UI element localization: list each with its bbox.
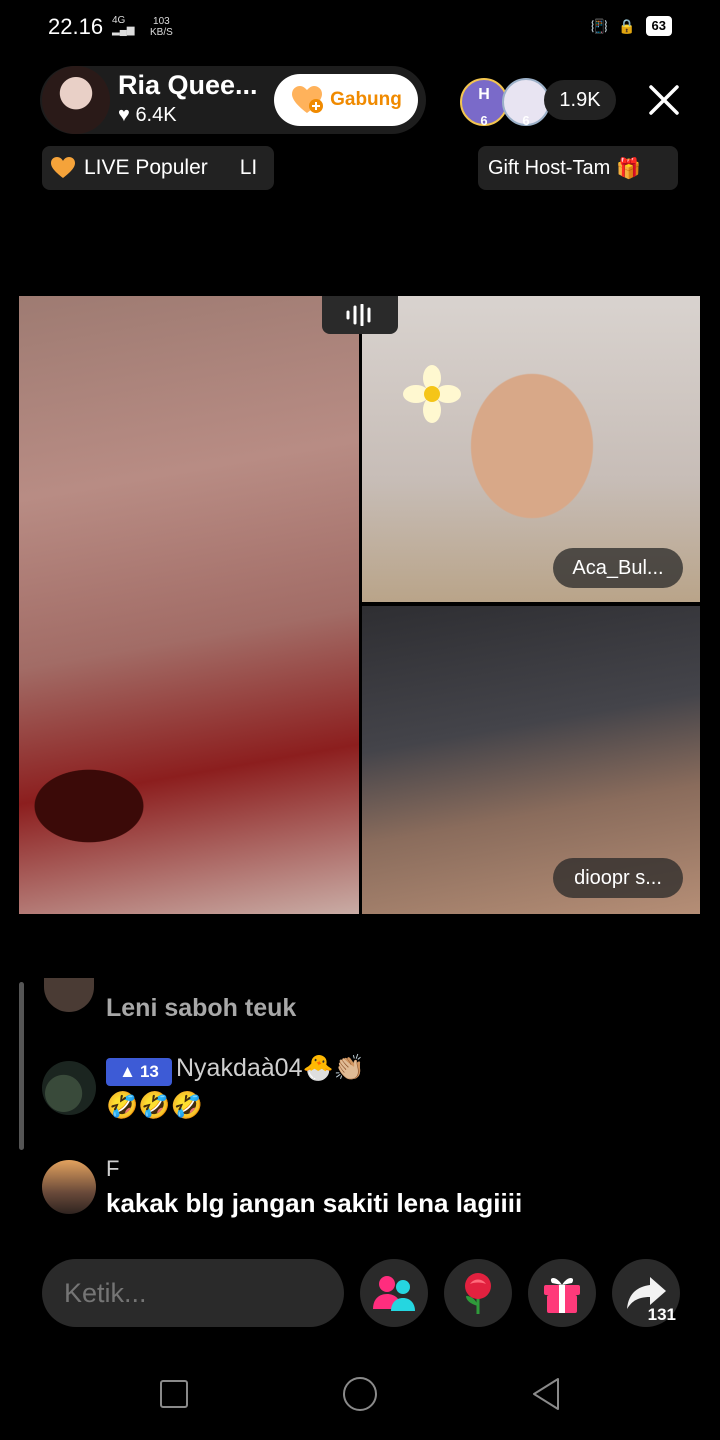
chat-avatar[interactable] bbox=[44, 978, 94, 1012]
host-name[interactable]: Ria Quee... bbox=[118, 70, 258, 101]
status-icons: 📳 🔒 63 bbox=[591, 16, 672, 36]
level-number: 13 bbox=[139, 1062, 159, 1081]
battery-level: 63 bbox=[645, 16, 672, 36]
network-indicator: 4G ▂▄▆ bbox=[112, 16, 134, 36]
heart-icon bbox=[51, 157, 75, 178]
status-time: 22.16 bbox=[48, 14, 104, 39]
chat-username[interactable]: Nyakdaà04🐣👏🏼 bbox=[176, 1054, 365, 1083]
live-popular-label: LIVE Populer bbox=[84, 156, 208, 179]
gift-host-pill[interactable]: Gift Host-Tam 🎁 bbox=[478, 146, 678, 190]
chat-message: Leni saboh teuk bbox=[106, 994, 297, 1022]
circle-icon bbox=[343, 1377, 377, 1411]
gift-host-label: Gift Host-Tam bbox=[488, 156, 611, 179]
speed-value: 103 bbox=[153, 16, 170, 27]
viewer-avatar[interactable]: H 6 bbox=[460, 78, 508, 128]
host-avatar[interactable] bbox=[42, 66, 110, 134]
viewer-avatar[interactable]: 6 bbox=[502, 78, 550, 128]
home-button[interactable] bbox=[338, 1372, 382, 1416]
network-speed: 103 KB/S bbox=[150, 16, 173, 38]
live-extra-label: LI bbox=[239, 156, 258, 179]
square-icon bbox=[160, 1380, 188, 1408]
recent-apps-button[interactable] bbox=[152, 1372, 196, 1416]
chat-username-text: Nyakdaà04 bbox=[176, 1054, 303, 1082]
gift-box-icon: 🎁 bbox=[616, 157, 642, 180]
signal-icon: ▂▄▆ bbox=[112, 25, 135, 36]
flower-icon bbox=[403, 365, 461, 423]
gift-button[interactable] bbox=[528, 1259, 596, 1327]
speed-unit: KB/S bbox=[150, 27, 173, 38]
gift-icon bbox=[544, 1278, 580, 1313]
lock-icon: 🔒 bbox=[618, 17, 636, 34]
chat-avatar[interactable] bbox=[42, 1160, 96, 1214]
share-count: 131 bbox=[647, 1305, 676, 1324]
guests-button[interactable] bbox=[360, 1259, 428, 1327]
vibrate-icon: 📳 bbox=[590, 17, 609, 34]
level-badge: ▲ 13 bbox=[106, 1058, 172, 1086]
rose-icon bbox=[465, 1273, 491, 1314]
heart-plus-icon bbox=[292, 86, 324, 113]
chat-message: 🤣🤣🤣 bbox=[106, 1090, 204, 1120]
viewer-initial: H bbox=[478, 86, 490, 103]
join-button[interactable]: Gabung bbox=[274, 74, 418, 126]
guest-name-tag[interactable]: Aca_Bul... bbox=[553, 548, 683, 588]
host-likes-count: 6.4K bbox=[135, 104, 177, 126]
viewer-count[interactable]: 1.9K bbox=[544, 80, 616, 120]
chat-scrollbar[interactable] bbox=[19, 982, 24, 1150]
viewer-rank-badge: 6 bbox=[522, 113, 530, 128]
live-popular-pill[interactable]: LIVE Populer LI bbox=[42, 146, 274, 190]
chat-username[interactable]: F bbox=[106, 1156, 119, 1182]
rose-gift-button[interactable] bbox=[444, 1259, 512, 1327]
back-triangle-icon bbox=[533, 1378, 559, 1410]
host-likes: ♥ 6.4K bbox=[118, 104, 177, 127]
guest-name-tag[interactable]: dioopr s... bbox=[553, 858, 683, 898]
triangle-icon: ▲ bbox=[119, 1062, 136, 1081]
chat-avatar[interactable] bbox=[42, 1061, 96, 1115]
viewer-rank-badge: 6 bbox=[480, 113, 488, 128]
sound-wave-icon bbox=[346, 304, 371, 326]
host-video[interactable] bbox=[19, 296, 359, 914]
close-icon[interactable] bbox=[646, 82, 682, 118]
comment-input[interactable] bbox=[42, 1259, 344, 1327]
heart-icon: ♥ bbox=[118, 104, 130, 126]
chat-username-emoji: 🐣👏🏼 bbox=[302, 1054, 365, 1082]
join-label: Gabung bbox=[330, 89, 402, 110]
share-button[interactable]: 131 bbox=[612, 1259, 680, 1327]
audio-indicator bbox=[322, 296, 398, 334]
chat-message: kakak blg jangan sakiti lena lagiiii bbox=[106, 1188, 523, 1218]
people-icon bbox=[373, 1276, 415, 1311]
back-button[interactable] bbox=[524, 1372, 568, 1416]
